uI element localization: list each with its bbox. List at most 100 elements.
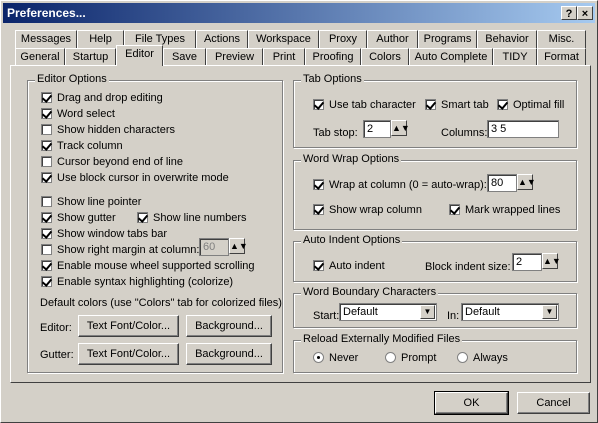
mouse-wheel-label: Enable mouse wheel supported scrolling bbox=[57, 260, 255, 272]
start-select-value: Default bbox=[343, 306, 378, 318]
auto-indent-label: Auto indent bbox=[329, 260, 385, 272]
drag-drop-checkbox[interactable]: Drag and drop editing bbox=[41, 92, 163, 104]
cancel-button[interactable]: Cancel bbox=[517, 392, 590, 414]
reload-title: Reload Externally Modified Files bbox=[301, 333, 463, 345]
editor-colors-label: Editor: bbox=[40, 322, 72, 334]
columns-input[interactable]: 3 5 bbox=[487, 120, 559, 138]
checkbox-checked-icon bbox=[41, 260, 52, 271]
tab-stop-input[interactable]: 2 bbox=[363, 120, 391, 138]
spin-arrows-icon[interactable]: ▲▼ bbox=[542, 253, 561, 269]
tab-messages[interactable]: Messages bbox=[15, 30, 77, 48]
track-column-label: Track column bbox=[57, 140, 123, 152]
checkbox-unchecked-icon bbox=[41, 156, 52, 167]
start-select[interactable]: Default ▼ bbox=[339, 303, 437, 321]
show-line-numbers-checkbox[interactable]: Show line numbers bbox=[137, 212, 247, 224]
tab-general[interactable]: General bbox=[15, 48, 65, 66]
gutter-background-button[interactable]: Background... bbox=[186, 343, 272, 365]
syntax-highlight-checkbox[interactable]: Enable syntax highlighting (colorize) bbox=[41, 276, 233, 288]
block-cursor-checkbox[interactable]: Use block cursor in overwrite mode bbox=[41, 172, 229, 184]
tab-workspace[interactable]: Workspace bbox=[248, 30, 319, 48]
tab-print[interactable]: Print bbox=[263, 48, 305, 66]
preferences-window: Preferences... ? × Messages Help File Ty… bbox=[0, 0, 598, 423]
reload-never-radio[interactable]: Never bbox=[313, 352, 358, 364]
mark-wrapped-label: Mark wrapped lines bbox=[465, 204, 561, 216]
spin-arrows-icon[interactable]: ▲▼ bbox=[229, 238, 248, 254]
tab-misc[interactable]: Misc. bbox=[537, 30, 586, 48]
auto-indent-checkbox[interactable]: Auto indent bbox=[313, 260, 385, 272]
gutter-colors-label: Gutter: bbox=[40, 349, 74, 361]
default-colors-label: Default colors (use "Colors" tab for col… bbox=[40, 297, 282, 309]
cursor-beyond-checkbox[interactable]: Cursor beyond end of line bbox=[41, 156, 183, 168]
start-label: Start: bbox=[313, 310, 340, 322]
wrap-column-input[interactable]: 80 bbox=[487, 174, 517, 192]
close-button[interactable]: × bbox=[577, 6, 593, 20]
track-column-checkbox[interactable]: Track column bbox=[41, 140, 123, 152]
checkbox-unchecked-icon bbox=[41, 196, 52, 207]
show-gutter-label: Show gutter bbox=[57, 212, 116, 224]
checkbox-unchecked-icon bbox=[41, 244, 52, 255]
tab-auto-complete[interactable]: Auto Complete bbox=[409, 48, 493, 66]
help-button[interactable]: ? bbox=[561, 6, 577, 20]
block-cursor-label: Use block cursor in overwrite mode bbox=[57, 172, 229, 184]
optimal-fill-label: Optimal fill bbox=[513, 99, 565, 111]
tab-save[interactable]: Save bbox=[163, 48, 206, 66]
tab-editor[interactable]: Editor bbox=[116, 45, 163, 66]
tab-behavior[interactable]: Behavior bbox=[477, 30, 537, 48]
mark-wrapped-checkbox[interactable]: Mark wrapped lines bbox=[449, 204, 560, 216]
use-tab-char-checkbox[interactable]: Use tab character bbox=[313, 99, 416, 111]
smart-tab-checkbox[interactable]: Smart tab bbox=[425, 99, 489, 111]
tab-startup[interactable]: Startup bbox=[65, 48, 116, 66]
tab-colors[interactable]: Colors bbox=[361, 48, 409, 66]
spin-arrows-icon[interactable]: ▲▼ bbox=[517, 174, 536, 190]
block-indent-input[interactable]: 2 bbox=[512, 253, 542, 271]
title-bar: Preferences... ? × bbox=[3, 3, 595, 23]
tab-author[interactable]: Author bbox=[367, 30, 418, 48]
mouse-wheel-checkbox[interactable]: Enable mouse wheel supported scrolling bbox=[41, 260, 255, 272]
checkbox-checked-icon bbox=[41, 140, 52, 151]
tab-programs[interactable]: Programs bbox=[418, 30, 477, 48]
radio-selected-icon bbox=[313, 352, 324, 363]
ok-button[interactable]: OK bbox=[434, 391, 509, 415]
tab-preview[interactable]: Preview bbox=[206, 48, 263, 66]
wrap-at-checkbox[interactable]: Wrap at column (0 = auto-wrap): bbox=[313, 179, 487, 191]
show-wrap-column-checkbox[interactable]: Show wrap column bbox=[313, 204, 422, 216]
checkbox-checked-icon bbox=[41, 92, 52, 103]
tab-options-title: Tab Options bbox=[301, 73, 364, 85]
tab-stop-label: Tab stop: bbox=[313, 127, 358, 139]
checkbox-checked-icon bbox=[137, 212, 148, 223]
checkbox-checked-icon bbox=[449, 204, 460, 215]
word-select-checkbox[interactable]: Word select bbox=[41, 108, 115, 120]
reload-always-radio[interactable]: Always bbox=[457, 352, 508, 364]
show-hidden-checkbox[interactable]: Show hidden characters bbox=[41, 124, 175, 136]
reload-prompt-radio[interactable]: Prompt bbox=[385, 352, 436, 364]
show-line-pointer-label: Show line pointer bbox=[57, 196, 142, 208]
word-select-label: Word select bbox=[57, 108, 115, 120]
optimal-fill-checkbox[interactable]: Optimal fill bbox=[497, 99, 564, 111]
in-select[interactable]: Default ▼ bbox=[461, 303, 559, 321]
tab-proxy[interactable]: Proxy bbox=[319, 30, 367, 48]
in-select-value: Default bbox=[465, 306, 500, 318]
tab-format[interactable]: Format bbox=[537, 48, 586, 66]
show-line-pointer-checkbox[interactable]: Show line pointer bbox=[41, 196, 141, 208]
tab-actions[interactable]: Actions bbox=[196, 30, 248, 48]
dropdown-arrow-icon[interactable]: ▼ bbox=[420, 305, 435, 319]
radio-unselected-icon bbox=[457, 352, 468, 363]
spin-arrows-icon[interactable]: ▲▼ bbox=[391, 120, 410, 136]
window-title: Preferences... bbox=[7, 6, 86, 20]
tab-tidy[interactable]: TIDY bbox=[493, 48, 537, 66]
gutter-text-font-button[interactable]: Text Font/Color... bbox=[78, 343, 179, 365]
editor-text-font-button[interactable]: Text Font/Color... bbox=[78, 315, 179, 337]
syntax-highlight-label: Enable syntax highlighting (colorize) bbox=[57, 276, 234, 288]
reload-never-label: Never bbox=[329, 352, 359, 364]
show-gutter-checkbox[interactable]: Show gutter bbox=[41, 212, 116, 224]
editor-background-button[interactable]: Background... bbox=[186, 315, 272, 337]
checkbox-checked-icon bbox=[313, 99, 324, 110]
show-right-margin-checkbox[interactable]: Show right margin at column: bbox=[41, 244, 199, 256]
right-margin-input[interactable]: 60 bbox=[199, 238, 229, 256]
word-boundary-title: Word Boundary Characters bbox=[301, 286, 439, 298]
show-tabs-bar-checkbox[interactable]: Show window tabs bar bbox=[41, 228, 167, 240]
cursor-beyond-label: Cursor beyond end of line bbox=[57, 156, 183, 168]
dropdown-arrow-icon[interactable]: ▼ bbox=[542, 305, 557, 319]
editor-options-title: Editor Options bbox=[35, 73, 109, 85]
tab-proofing[interactable]: Proofing bbox=[305, 48, 361, 66]
